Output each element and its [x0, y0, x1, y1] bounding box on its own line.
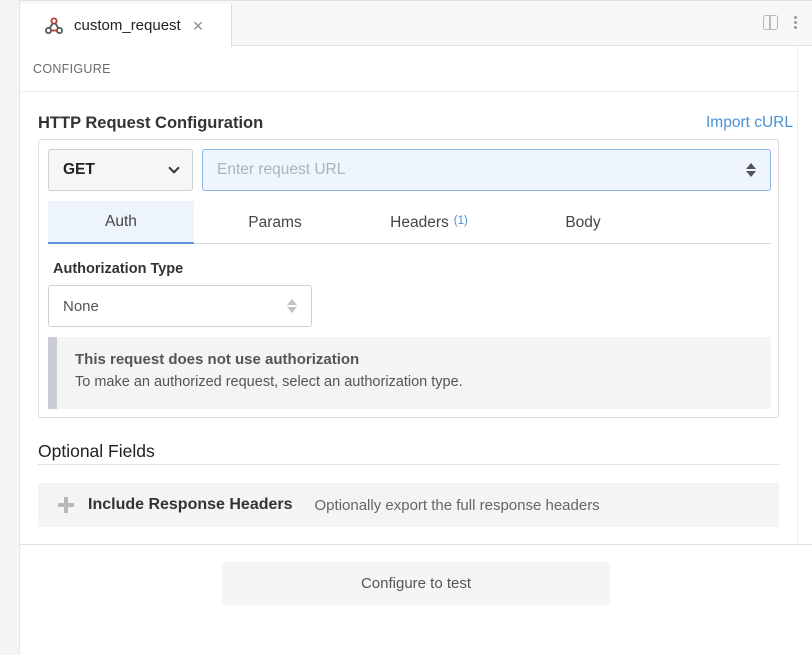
- sort-arrows-icon: [746, 163, 756, 177]
- headers-count-badge: (1): [453, 215, 468, 227]
- url-input-wrapper[interactable]: [202, 149, 771, 191]
- include-response-headers-row[interactable]: Include Response Headers Optionally expo…: [38, 483, 779, 527]
- notice-title: This request does not use authorization: [75, 351, 360, 368]
- select-arrows-icon: [287, 299, 297, 313]
- tab-custom-request[interactable]: custom_request ×: [20, 4, 232, 47]
- tab-label: Params: [248, 213, 302, 231]
- tab-label: Body: [565, 213, 601, 231]
- tab-label: Headers: [390, 213, 449, 231]
- tab-headers[interactable]: Headers (1): [356, 201, 502, 244]
- tab-bar: custom_request ×: [20, 0, 812, 47]
- request-tabs: Auth Params Headers (1) Body: [48, 201, 771, 244]
- left-gutter: [0, 0, 20, 655]
- plus-icon: [58, 497, 74, 513]
- auth-notice: This request does not use authorization …: [48, 337, 771, 409]
- include-headers-label: Include Response Headers: [88, 496, 293, 513]
- chevron-down-icon: [168, 162, 180, 174]
- configure-to-test-button[interactable]: Configure to test: [222, 562, 610, 605]
- webhook-icon: [44, 15, 66, 37]
- split-view-icon[interactable]: [763, 15, 778, 30]
- auth-type-value: None: [63, 297, 99, 315]
- footer-divider: [20, 544, 812, 545]
- divider: [38, 464, 779, 465]
- method-select[interactable]: GET: [48, 149, 193, 191]
- tab-auth[interactable]: Auth: [48, 201, 194, 244]
- tab-label: Auth: [105, 212, 137, 230]
- url-input[interactable]: [217, 161, 746, 179]
- auth-type-select[interactable]: None: [48, 285, 312, 327]
- notice-text: To make an authorized request, select an…: [75, 374, 463, 390]
- tab-actions: [763, 15, 798, 30]
- http-config-box: GET Auth Params Headers (1) Bod: [38, 139, 779, 418]
- section-label: CONFIGURE: [33, 62, 111, 76]
- auth-type-label: Authorization Type: [53, 261, 184, 277]
- include-headers-description: Optionally export the full response head…: [314, 496, 600, 514]
- divider: [20, 91, 812, 92]
- tab-params[interactable]: Params: [194, 201, 356, 244]
- http-config-title: HTTP Request Configuration: [38, 114, 264, 132]
- tab-body[interactable]: Body: [502, 201, 664, 244]
- import-curl-link[interactable]: Import cURL: [706, 114, 793, 132]
- configure-panel: custom_request × CONFIGURE HTTP Request …: [20, 0, 812, 655]
- close-icon[interactable]: ×: [193, 17, 204, 35]
- scrollbar[interactable]: [797, 46, 812, 544]
- method-value: GET: [63, 161, 95, 178]
- optional-fields-title: Optional Fields: [38, 441, 155, 461]
- more-options-icon[interactable]: [792, 16, 798, 29]
- tab-title: custom_request: [74, 17, 181, 34]
